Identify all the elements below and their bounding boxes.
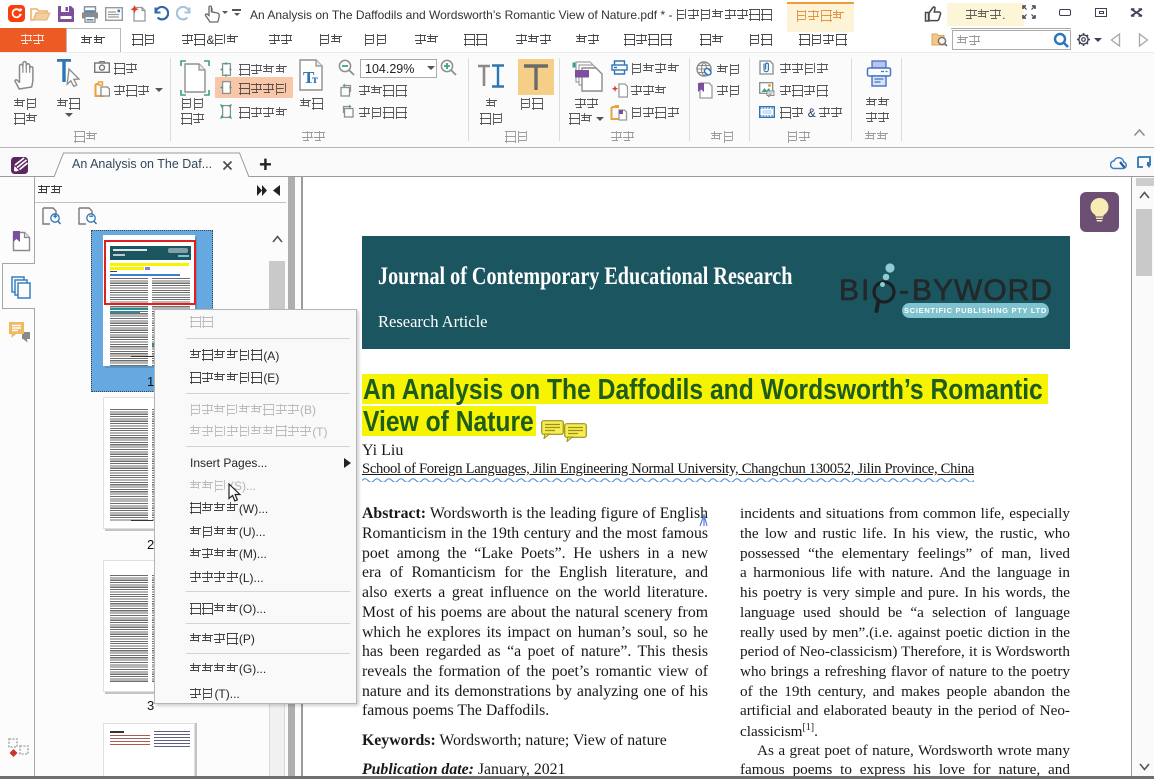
svg-text:-: - <box>899 274 909 307</box>
svg-text:B: B <box>839 274 859 307</box>
svg-text:I: I <box>861 274 869 307</box>
svg-text:т: т <box>312 72 318 86</box>
